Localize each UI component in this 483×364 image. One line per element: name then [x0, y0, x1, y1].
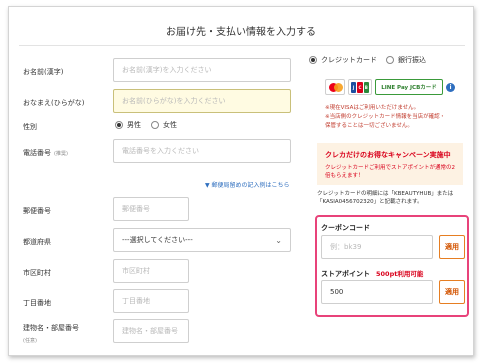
gender-female-radio[interactable] [151, 121, 159, 129]
postal-label: 郵便番号 [23, 207, 51, 215]
points-value: 500 [330, 288, 344, 296]
info-icon[interactable]: i [446, 82, 455, 92]
points-available: 500pt利用可能 [376, 270, 424, 278]
payment-method-options: クレジットカード 銀行振込 [309, 55, 426, 65]
city-input[interactable]: 市区町村 [113, 259, 189, 283]
building-input[interactable]: 建物名・部屋番号 [113, 319, 189, 343]
coupon-placeholder: 例：bk39 [330, 243, 362, 251]
city-label: 市区町村 [23, 269, 51, 277]
phone-input[interactable]: 電話番号を入力ください [113, 139, 291, 163]
name-label: お名前(漢字) [23, 68, 64, 76]
phone-placeholder: 電話番号を入力ください [122, 147, 199, 155]
checkout-form-panel: お届け先・支払い情報を入力する お名前(漢字) お名前(漢字)を入力ください お… [8, 6, 474, 356]
mastercard-icon [325, 79, 345, 95]
payment-bank-label[interactable]: 銀行振込 [398, 55, 426, 65]
postal-placeholder: 郵便番号 [122, 205, 150, 213]
gender-options: 男性 女性 [115, 120, 177, 130]
city-placeholder: 市区町村 [122, 267, 150, 275]
building-label-sub: (任意) [23, 338, 37, 344]
visa-note: ※現在VISAはご利用いただけません。 [325, 105, 420, 111]
campaign-heading: クレカだけのお得なキャンペーン実施中 [325, 151, 451, 159]
card-storage-note-2: 保管することは一切ございません。 [325, 123, 413, 129]
chevron-down-icon: ⌄ [275, 235, 282, 245]
gender-female-label[interactable]: 女性 [163, 120, 177, 130]
prefecture-value: ---選択してください--- [122, 236, 193, 244]
points-label: ストアポイント [321, 270, 370, 278]
payment-credit-label[interactable]: クレジットカード [321, 55, 377, 65]
name-input[interactable]: お名前(漢字)を入力ください [113, 58, 291, 82]
kana-input[interactable]: お名前(ひらがな)を入力ください [113, 89, 291, 113]
points-input[interactable]: 500 [321, 280, 433, 304]
title-divider [19, 45, 465, 46]
prefecture-label: 都道府県 [23, 238, 51, 246]
prefecture-select[interactable]: ---選択してください--- ⌄ [113, 228, 291, 252]
points-label-row: ストアポイント 500pt利用可能 [321, 268, 423, 279]
card-statement-note: クレジットカードの明細には「KBEAUTYHUB」または「KASIA045670… [317, 191, 454, 205]
name-placeholder: お名前(漢字)を入力ください [122, 66, 212, 74]
promo-box: クーポンコード 例：bk39 適用 ストアポイント 500pt利用可能 500 適… [315, 215, 469, 317]
campaign-body: クレジットカードご利用でストアポイントが通常の2倍もらえます！ [325, 165, 456, 179]
gender-male-radio[interactable] [115, 121, 123, 129]
phone-label: 電話番号 (推奨) [23, 148, 68, 158]
points-apply-button[interactable]: 適用 [439, 280, 465, 304]
postal-example-link[interactable]: ▼ 郵便局留めの記入例はこちら [205, 180, 290, 189]
card-storage-note-1: ※当店側のクレジットカード情報を当店が確認・ [325, 114, 446, 120]
street-input[interactable]: 丁目番地 [113, 289, 189, 313]
page-title: お届け先・支払い情報を入力する [166, 27, 316, 38]
coupon-input[interactable]: 例：bk39 [321, 235, 433, 259]
building-label: 建物名・部屋番号 [23, 324, 79, 332]
gender-male-label[interactable]: 男性 [127, 120, 141, 130]
coupon-apply-button[interactable]: 適用 [439, 235, 465, 259]
accepted-cards: JCB LINE Pay JCBカード i [325, 79, 455, 95]
payment-credit-radio[interactable] [309, 56, 317, 64]
kana-placeholder: お名前(ひらがな)を入力ください [122, 97, 226, 105]
street-placeholder: 丁目番地 [122, 297, 150, 305]
postal-input[interactable]: 郵便番号 [113, 197, 189, 221]
payment-bank-radio[interactable] [386, 56, 394, 64]
building-placeholder: 建物名・部屋番号 [122, 327, 178, 335]
phone-label-sub: (推奨) [54, 151, 68, 157]
coupon-label: クーポンコード [321, 224, 370, 232]
street-label: 丁目番地 [23, 299, 51, 307]
linepay-jcb-badge: LINE Pay JCBカード [375, 79, 443, 95]
jcb-icon: JCB [348, 79, 372, 95]
kana-label: おなまえ(ひらがな) [23, 99, 85, 107]
phone-label-text: 電話番号 [23, 149, 51, 157]
gender-label: 性別 [23, 123, 37, 131]
campaign-banner: クレカだけのお得なキャンペーン実施中 クレジットカードご利用でストアポイントが通… [317, 143, 463, 185]
